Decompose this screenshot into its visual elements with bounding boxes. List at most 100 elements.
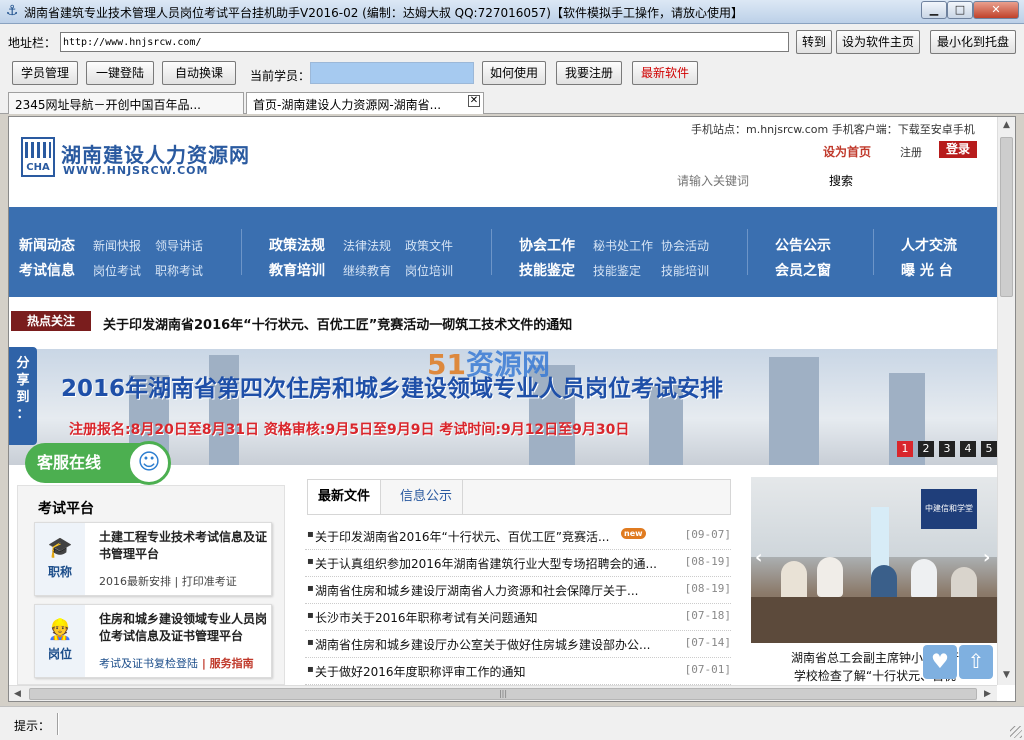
tab-hnjsrcw-home[interactable]: 首页-湖南建设人力资源网-湖南省... ✕ bbox=[246, 92, 484, 114]
hot-topic-link[interactable]: 关于印发湖南省2016年“十行状元、百优工匠”竞赛活动一砌筑工技术文件的通知 bbox=[103, 314, 572, 333]
photo-prev-icon[interactable]: ‹ bbox=[755, 547, 762, 568]
nav-post-training[interactable]: 岗位培训 bbox=[405, 262, 453, 279]
mobile-site-info[interactable]: 手机站点：m.hnjsrcw.com 手机客户端：下载至安卓手机 bbox=[691, 121, 975, 137]
nav-title-exam[interactable]: 职称考试 bbox=[155, 262, 203, 279]
nav-training[interactable]: 教育培训 bbox=[269, 260, 325, 280]
news-tabs: 最新文件 信息公示 bbox=[307, 479, 731, 515]
favorite-heart-icon[interactable]: ♥ bbox=[923, 645, 957, 679]
toolbar: 学员管理 一键登陆 自动换课 当前学员： 如何使用 我要注册 最新软件 bbox=[0, 58, 1024, 90]
minimize-button[interactable]: ▁ bbox=[921, 1, 947, 19]
latest-software-button[interactable]: 最新软件 bbox=[632, 61, 698, 85]
scroll-right-icon[interactable]: ▶ bbox=[979, 686, 996, 701]
banner-page-4[interactable]: 4 bbox=[960, 441, 976, 457]
banner-page-2[interactable]: 2 bbox=[918, 441, 934, 457]
tab-close-icon[interactable]: ✕ bbox=[468, 95, 480, 107]
exam-card-title-platform[interactable]: 🎓 职称 土建工程专业技术考试信息及证书管理平台 2016最新安排 | 打印准考证 bbox=[34, 522, 272, 596]
news-item[interactable]: ▪ 关于做好2016年度职称评审工作的通知 [07-01] bbox=[305, 658, 731, 685]
student-management-button[interactable]: 学员管理 bbox=[12, 61, 78, 85]
site-login-button[interactable]: 登录 bbox=[939, 141, 977, 158]
exam-platform-panel: 考试平台 🎓 职称 土建工程专业技术考试信息及证书管理平台 2016最新安排 | … bbox=[17, 485, 285, 685]
nav-exposure[interactable]: 曝 光 台 bbox=[901, 260, 953, 280]
exam-card-links[interactable]: 2016最新安排 | 打印准考证 bbox=[99, 573, 237, 589]
nav-skill-appraisal-sub[interactable]: 技能鉴定 bbox=[593, 262, 641, 279]
share-to-tab[interactable]: 分享到： bbox=[9, 347, 37, 445]
nav-exam-info[interactable]: 考试信息 bbox=[19, 260, 75, 280]
horizontal-scroll-thumb[interactable]: ||| bbox=[29, 688, 977, 700]
banner-page-5[interactable]: 5 bbox=[981, 441, 997, 457]
scroll-down-icon[interactable]: ▼ bbox=[998, 667, 1015, 684]
vertical-scrollbar[interactable]: ▲ ▼ bbox=[997, 117, 1015, 685]
horizontal-scrollbar[interactable]: ◀ ||| ▶ bbox=[9, 685, 997, 701]
nav-skill-appraisal[interactable]: 技能鉴定 bbox=[519, 260, 575, 280]
nav-leader-speech[interactable]: 领导讲话 bbox=[155, 237, 203, 254]
banner-page-1[interactable]: 1 bbox=[897, 441, 913, 457]
nav-policy[interactable]: 政策法规 bbox=[269, 235, 325, 255]
status-label: 提示： bbox=[14, 719, 51, 733]
nav-skill-training[interactable]: 技能培训 bbox=[661, 262, 709, 279]
nav-policy-docs[interactable]: 政策文件 bbox=[405, 237, 453, 254]
nav-members[interactable]: 会员之窗 bbox=[775, 260, 831, 280]
new-badge: new bbox=[621, 528, 646, 539]
nav-news[interactable]: 新闻动态 bbox=[19, 235, 75, 255]
customer-service-icon: ☺ bbox=[127, 441, 171, 485]
nav-secretariat[interactable]: 秘书处工作 bbox=[593, 237, 653, 254]
tab-info-public[interactable]: 信息公示 bbox=[390, 480, 464, 514]
worker-icon: 👷 岗位 bbox=[35, 605, 85, 677]
nav-news-flash[interactable]: 新闻快报 bbox=[93, 237, 141, 254]
current-student-label: 当前学员： bbox=[250, 69, 311, 83]
banner-page-3[interactable]: 3 bbox=[939, 441, 955, 457]
current-student-field[interactable] bbox=[310, 62, 474, 84]
site-search-input[interactable] bbox=[659, 171, 809, 191]
maximize-button[interactable]: □ bbox=[947, 1, 973, 19]
resize-grip-icon[interactable] bbox=[1010, 726, 1022, 738]
news-item[interactable]: ▪ 湖南省住房和城乡建设厅湖南省人力资源和社会保障厅关于... [08-19] bbox=[305, 577, 731, 604]
nav-talent-exchange[interactable]: 人才交流 bbox=[901, 235, 957, 255]
address-bar-row: 地址栏： 转到 设为软件主页 最小化到托盘 bbox=[0, 24, 1024, 58]
nav-announcements[interactable]: 公告公示 bbox=[775, 235, 831, 255]
tab-latest-docs[interactable]: 最新文件 bbox=[308, 480, 382, 514]
exam-card-links[interactable]: 考试及证书复检登陆 | 服务指南 bbox=[99, 655, 254, 671]
banner-title: 2016年湖南省第四次住房和城乡建设领域专业人员岗位考试安排 bbox=[61, 376, 724, 402]
browser-tabs: 2345网址导航－开创中国百年品... 首页-湖南建设人力资源网-湖南省... … bbox=[0, 90, 1024, 114]
site-search-button[interactable]: 搜索 bbox=[829, 172, 853, 189]
vertical-scroll-thumb[interactable] bbox=[1000, 137, 1013, 297]
window-title: 湖南省建筑专业技术管理人员岗位考试平台挂机助手V2016-02 (编制：达姆大叔… bbox=[24, 6, 743, 20]
scroll-left-icon[interactable]: ◀ bbox=[9, 686, 26, 701]
graduation-cap-icon: 🎓 职称 bbox=[35, 523, 85, 595]
register-button[interactable]: 我要注册 bbox=[556, 61, 622, 85]
site-register-link[interactable]: 注册 bbox=[900, 144, 922, 160]
anchor-icon: ⚓ bbox=[5, 3, 19, 19]
customer-service-online[interactable]: 客服在线 ☺ bbox=[25, 441, 171, 485]
back-to-top-icon[interactable]: ⇧ bbox=[959, 645, 993, 679]
address-input[interactable] bbox=[60, 32, 789, 52]
address-label: 地址栏： bbox=[8, 36, 57, 50]
close-button[interactable]: ✕ bbox=[973, 1, 1019, 19]
set-home-button[interactable]: 设为软件主页 bbox=[836, 30, 920, 54]
nav-continuing-edu[interactable]: 继续教育 bbox=[343, 262, 391, 279]
set-homepage-link[interactable]: 设为首页 bbox=[823, 143, 871, 160]
news-item[interactable]: ▪ 湖南省住房和城乡建设厅办公室关于做好住房城乡建设部办公... [07-14] bbox=[305, 631, 731, 658]
exam-card-post-platform[interactable]: 👷 岗位 住房和城乡建设领域专业人员岗位考试信息及证书管理平台 考试及证书复检登陆… bbox=[34, 604, 272, 678]
news-item[interactable]: ▪ 长沙市关于2016年职称考试有关问题通知 [07-18] bbox=[305, 604, 731, 631]
nav-association[interactable]: 协会工作 bbox=[519, 235, 575, 255]
minimize-to-tray-button[interactable]: 最小化到托盘 bbox=[930, 30, 1016, 54]
nav-post-exam[interactable]: 岗位考试 bbox=[93, 262, 141, 279]
photo-next-icon[interactable]: › bbox=[983, 547, 990, 568]
auto-switch-course-button[interactable]: 自动换课 bbox=[162, 61, 236, 85]
tab-2345-nav[interactable]: 2345网址导航－开创中国百年品... bbox=[8, 92, 244, 114]
browser-view[interactable]: CHA 湖南建设人力资源网 WWW.HNJSRCW.COM 手机站点：m.hnj… bbox=[8, 116, 1016, 702]
news-item[interactable]: ▪ 关于印发湖南省2016年“十行状元、百优工匠”竞赛活... new [09-0… bbox=[305, 523, 731, 550]
goto-button[interactable]: 转到 bbox=[796, 30, 832, 54]
one-click-login-button[interactable]: 一键登陆 bbox=[86, 61, 154, 85]
site-logo-url: WWW.HNJSRCW.COM bbox=[63, 164, 209, 177]
news-item[interactable]: ▪ 关于认真组织参加2016年湖南省建筑行业大型专场招聘会的通... [08-19] bbox=[305, 550, 731, 577]
news-photo[interactable]: 中建信和学堂 ‹ › bbox=[751, 477, 997, 643]
status-bar: 提示： bbox=[0, 706, 1024, 740]
nav-laws[interactable]: 法律法规 bbox=[343, 237, 391, 254]
nav-association-events[interactable]: 协会活动 bbox=[661, 237, 709, 254]
how-to-use-button[interactable]: 如何使用 bbox=[482, 61, 546, 85]
title-bar: ⚓ 湖南省建筑专业技术管理人员岗位考试平台挂机助手V2016-02 (编制：达姆… bbox=[0, 0, 1024, 24]
site-logo-icon[interactable]: CHA bbox=[21, 137, 55, 177]
tab-label: 首页-湖南建设人力资源网-湖南省... bbox=[253, 98, 442, 112]
scroll-up-icon[interactable]: ▲ bbox=[998, 117, 1015, 134]
